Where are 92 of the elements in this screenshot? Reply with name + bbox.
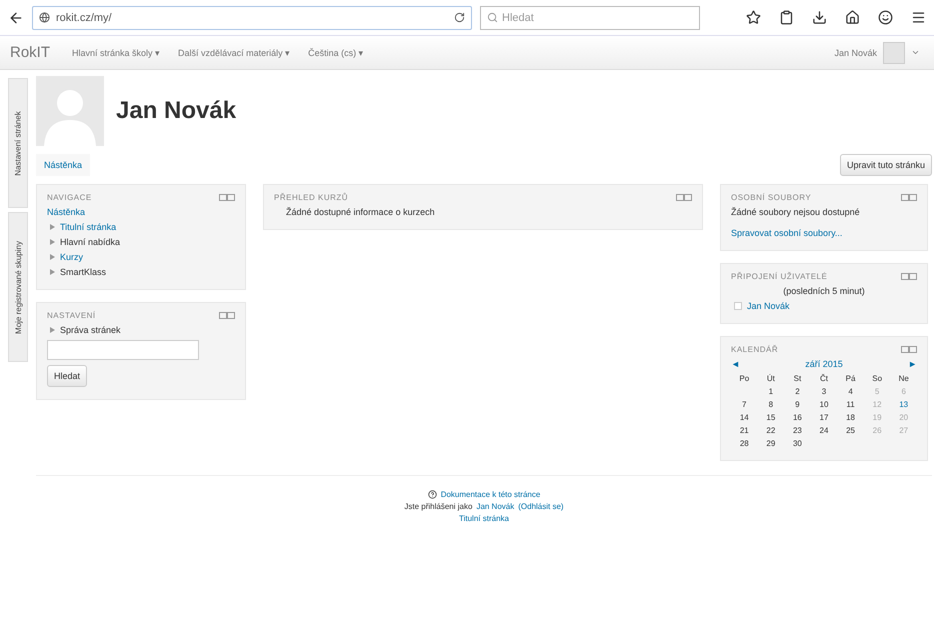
dock-icon[interactable] <box>901 346 917 353</box>
address-bar[interactable]: rokit.cz/my/ <box>32 6 472 30</box>
user-link[interactable]: Jan Novák <box>747 301 790 311</box>
calendar-day[interactable]: 21 <box>740 426 749 435</box>
search-button[interactable]: Hledat <box>47 365 88 387</box>
globe-icon <box>39 12 50 23</box>
block-title: NAVIGACE <box>47 193 92 202</box>
dashboard-tab[interactable]: Nástěnka <box>36 154 90 176</box>
weekday-label: Ne <box>898 374 910 383</box>
help-icon <box>428 490 437 499</box>
dock-icon[interactable] <box>901 194 917 201</box>
block-title: KALENDÁŘ <box>731 345 778 354</box>
calendar-day[interactable]: 10 <box>820 400 828 409</box>
block-title: PŘEHLED KURZŮ <box>274 193 348 202</box>
user-name-heading: Jan Novák <box>116 97 236 125</box>
smile-icon[interactable] <box>878 10 893 25</box>
settings-item[interactable]: Správa stránek <box>60 325 121 335</box>
month-link[interactable]: září 2015 <box>805 359 843 369</box>
calendar-day[interactable]: 28 <box>740 439 749 448</box>
search-input[interactable] <box>47 340 199 360</box>
nav-menu[interactable]: Čeština (cs) ▾ <box>308 48 364 58</box>
weekday-label: Út <box>766 374 776 383</box>
calendar-day[interactable]: 18 <box>846 413 855 422</box>
brand-name[interactable]: RokIT <box>10 44 50 61</box>
weekday-label: Pá <box>844 374 856 383</box>
nav-item[interactable]: Titulní stránka <box>60 222 116 232</box>
reload-icon[interactable] <box>454 12 465 23</box>
expand-icon <box>50 327 55 333</box>
calendar-day[interactable]: 25 <box>846 426 855 435</box>
calendar-day[interactable]: 14 <box>740 413 749 422</box>
weekday-label: Čt <box>818 374 829 383</box>
calendar-day[interactable]: 11 <box>846 400 855 409</box>
block-title: PŘIPOJENÍ UŽIVATELÉ <box>731 272 828 281</box>
side-tab[interactable]: Nastavení stránek <box>8 78 28 208</box>
dock-icon[interactable] <box>219 312 235 319</box>
dock-icon[interactable] <box>219 194 235 201</box>
nav-link[interactable]: Nástěnka <box>47 207 235 217</box>
docs-link[interactable]: Dokumentace k této stránce <box>440 490 540 499</box>
home-link[interactable]: Titulní stránka <box>459 514 509 523</box>
user-icon <box>734 302 742 310</box>
download-icon[interactable] <box>812 10 827 25</box>
calendar-day[interactable]: 30 <box>792 439 802 448</box>
clipboard-icon[interactable] <box>779 10 794 25</box>
dock-icon[interactable] <box>676 194 692 201</box>
nav-item[interactable]: SmartKlass <box>60 267 106 277</box>
previous-month-button[interactable]: ◄ <box>731 359 740 369</box>
calendar-day[interactable]: 24 <box>820 426 828 435</box>
manage-files-link[interactable]: Spravovat osobní soubory... <box>731 228 917 238</box>
nav-menu[interactable]: Další vzdělávací materiály ▾ <box>178 48 290 58</box>
user-name[interactable]: Jan Novák <box>834 48 877 58</box>
edit-page-button[interactable]: Upravit tuto stránku <box>840 154 932 176</box>
weekday-label: St <box>792 374 802 383</box>
expand-icon <box>50 254 55 260</box>
dock-icon[interactable] <box>901 273 917 280</box>
next-month-button[interactable]: ► <box>908 359 917 369</box>
expand-icon <box>50 224 55 230</box>
weekday-label: Po <box>738 374 750 383</box>
calendar-day[interactable]: 7 <box>742 400 746 409</box>
logout-link[interactable]: (Odhlásit se) <box>518 502 564 511</box>
block-title: OSOBNÍ SOUBORY <box>731 193 812 202</box>
side-tab[interactable]: Moje registrované skupiny <box>8 212 28 362</box>
calendar-day[interactable]: 4 <box>848 387 853 396</box>
calendar-day[interactable]: 1 <box>768 387 774 396</box>
login-info: Jste přihlášeni jako <box>404 502 472 511</box>
calendar-day[interactable]: 13 <box>899 400 908 409</box>
nav-item[interactable]: Kurzy <box>60 252 84 262</box>
menu-icon[interactable] <box>911 10 926 25</box>
calendar-day[interactable]: 9 <box>795 400 800 409</box>
calendar-day[interactable]: 16 <box>792 413 802 422</box>
calendar-day[interactable]: 15 <box>766 413 776 422</box>
calendar-day[interactable]: 2 <box>795 387 800 396</box>
nav-item[interactable]: Hlavní nabídka <box>60 237 120 247</box>
calendar-day[interactable]: 23 <box>792 426 802 435</box>
empty-message: Žádné soubory nejsou dostupné <box>731 207 861 217</box>
calendar-day[interactable]: 3 <box>822 387 826 396</box>
search-icon <box>487 12 498 23</box>
calendar-day[interactable]: 29 <box>766 439 776 448</box>
expand-icon <box>50 269 55 275</box>
home-icon[interactable] <box>845 10 860 25</box>
calendar-day[interactable]: 8 <box>768 400 774 409</box>
block-title: NASTAVENÍ <box>47 311 96 320</box>
empty-message: Žádné dostupné informace o kurzech <box>285 207 436 217</box>
period-text: (posledních 5 minut) <box>782 286 866 296</box>
calendar-day[interactable]: 22 <box>766 426 776 435</box>
expand-icon <box>50 239 55 245</box>
nav-menu[interactable]: Hlavní stránka školy ▾ <box>72 48 160 58</box>
calendar-day[interactable]: 17 <box>820 413 828 422</box>
user-link[interactable]: Jan Novák <box>476 502 514 511</box>
weekday-label: So <box>871 374 884 383</box>
caret-icon[interactable] <box>911 48 920 57</box>
back-icon[interactable] <box>8 10 24 26</box>
star-icon[interactable] <box>746 10 761 25</box>
